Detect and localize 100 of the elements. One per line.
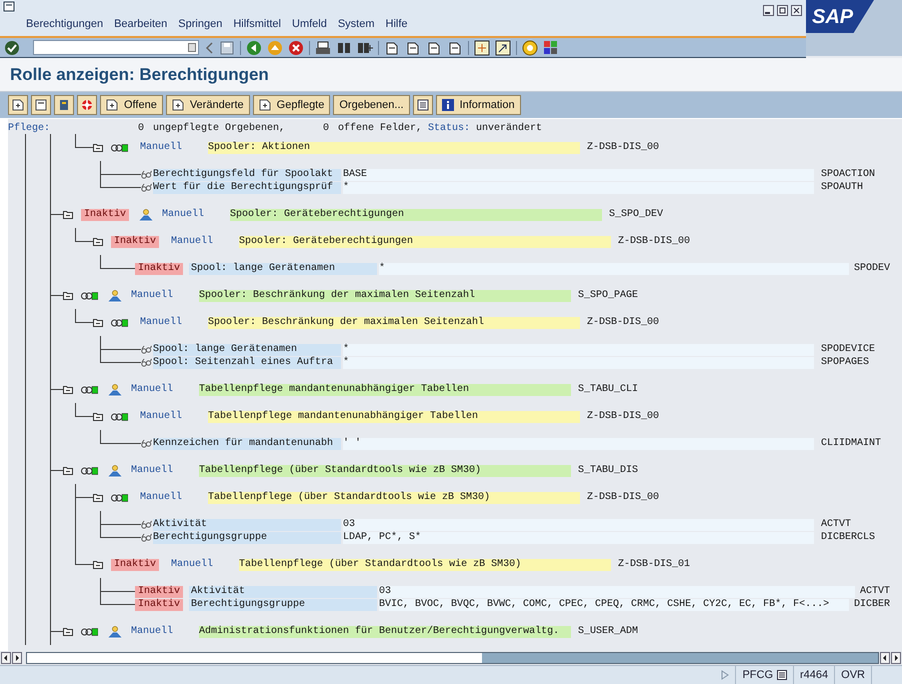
- collapse-icon[interactable]: [93, 560, 103, 569]
- description: Spooler: Geräteberechtigungen: [230, 208, 602, 220]
- toolbar-button[interactable]: Gepflegte: [252, 95, 330, 115]
- description: Tabellenpflege (über Standardtools wie zB SM30): [239, 558, 612, 570]
- glasses-icon: [141, 520, 152, 529]
- dropdown-icon[interactable]: [188, 43, 196, 52]
- minimize-icon[interactable]: [763, 5, 774, 16]
- list-icon[interactable]: [777, 670, 788, 680]
- technical-name: CLIIDMAINT: [820, 438, 882, 450]
- traffic-light-icon: [81, 466, 98, 474]
- menu-item[interactable]: Hilfsmittel: [233, 16, 281, 32]
- collapse-icon[interactable]: [63, 466, 73, 475]
- maintenance-status: Manuell: [171, 558, 214, 572]
- technical-name: ACTVT: [858, 586, 891, 598]
- maintenance-status: Manuell: [131, 382, 174, 397]
- collapse-icon[interactable]: [93, 412, 103, 421]
- menu-item[interactable]: Hilfe: [386, 16, 408, 32]
- close-icon[interactable]: [791, 5, 802, 16]
- collapse-icon[interactable]: [93, 493, 103, 502]
- menu-item[interactable]: Springen: [178, 16, 222, 32]
- collapse-icon[interactable]: [93, 143, 103, 152]
- technical-name: SPOAUTH: [820, 182, 864, 194]
- field-label: Kennzeichen für mandantenunabh: [153, 438, 341, 450]
- expand-all-button[interactable]: [8, 95, 28, 115]
- add-document-icon: [106, 99, 118, 111]
- collapse-all-button[interactable]: [31, 95, 51, 115]
- field-label: Wert für die Berechtigungsprüf: [153, 182, 341, 194]
- collapse-icon[interactable]: [63, 627, 73, 636]
- maximize-icon[interactable]: [777, 5, 788, 16]
- inactive-badge: Inaktiv: [111, 558, 160, 570]
- document-button[interactable]: [54, 95, 74, 115]
- field-value: BVIC, BVOC, BVQC, BVWC, COMC, CPEC, CPEQ, CRMC, CSHE, CY2C, EC, FB*, F<...>: [379, 598, 849, 610]
- technical-name: SPODEVICE: [820, 344, 876, 356]
- scroll-right-icon[interactable]: [891, 652, 901, 664]
- field-label: Spool: lange Gerätenamen: [189, 262, 378, 274]
- field-label: Spool: lange Gerätenamen: [153, 344, 341, 356]
- object-name: Z-DSB-DIS_00: [587, 316, 660, 330]
- glasses-icon: [141, 358, 152, 367]
- field-value: LDAP, PC*, S*: [343, 532, 814, 544]
- traffic-light-icon: [81, 292, 98, 300]
- back-icon[interactable]: [204, 40, 214, 56]
- cancel-icon[interactable]: [288, 40, 304, 56]
- description: Administrationsfunktionen für Benutzer/Berechtigungverwaltg.: [199, 626, 572, 638]
- field-label: Aktivität: [189, 586, 378, 598]
- collapse-icon[interactable]: [63, 385, 73, 394]
- toolbar-button[interactable]: Veränderte: [166, 95, 250, 115]
- insert-mode: OVR: [834, 666, 872, 684]
- field-value: 03: [379, 586, 855, 598]
- unmaintained-text: ungepflegte Orgebenen,: [153, 122, 286, 136]
- description: Spooler: Beschränkung der maximalen Seitenzahl: [199, 290, 572, 302]
- back-icon[interactable]: [246, 40, 262, 56]
- status-label: Status:: [428, 122, 470, 136]
- maintenance-status: Manuell: [131, 624, 174, 639]
- collapse-icon[interactable]: [93, 237, 103, 246]
- toolbar-button[interactable]: Information: [436, 95, 521, 115]
- traffic-light-icon: [111, 318, 128, 326]
- lifebuoy-button[interactable]: [77, 95, 97, 115]
- collapse-icon: [35, 99, 47, 111]
- command-field[interactable]: [33, 40, 199, 55]
- shortcut-icon[interactable]: [495, 40, 511, 56]
- document-icon: [58, 99, 70, 111]
- description: Spooler: Beschränkung der maximalen Seitenzahl: [208, 316, 580, 328]
- field-value: BASE: [343, 168, 814, 180]
- enter-icon[interactable]: [4, 40, 20, 56]
- toolbar-button[interactable]: Offene: [100, 95, 163, 115]
- traffic-light-icon: [111, 144, 128, 152]
- inactive-badge: Inaktiv: [81, 208, 130, 220]
- menu-item[interactable]: Bearbeiten: [114, 16, 168, 32]
- menu-item[interactable]: Umfeld: [292, 16, 327, 32]
- menu-item[interactable]: Berechtigungen: [26, 16, 104, 32]
- customize-icon[interactable]: [543, 40, 559, 56]
- menu-item[interactable]: System: [338, 16, 375, 32]
- logo: SAP: [806, 0, 874, 33]
- print-icon[interactable]: [315, 40, 331, 56]
- inactive-badge: Inaktiv: [111, 236, 160, 248]
- collapse-icon[interactable]: [63, 210, 73, 219]
- toolbar-button[interactable]: Orgebenen...: [333, 95, 410, 115]
- scroll-right-icon[interactable]: [12, 652, 22, 664]
- person-icon: [108, 384, 122, 396]
- window-menu-icon[interactable]: [3, 1, 15, 12]
- save-icon[interactable]: [219, 40, 235, 56]
- person-icon: [108, 464, 122, 476]
- list-button[interactable]: [412, 95, 433, 115]
- traffic-light-icon: [81, 386, 98, 394]
- object-name: Z-DSB-DIS_01: [618, 558, 690, 572]
- glasses-icon: [141, 170, 152, 179]
- help-icon[interactable]: [522, 40, 538, 56]
- object-name: S_TABU_DIS: [578, 464, 638, 478]
- scroll-left-icon[interactable]: [1, 652, 11, 664]
- add-document-icon: [258, 99, 271, 111]
- scroll-left-icon[interactable]: [880, 652, 890, 664]
- field-label: Aktivität: [153, 518, 341, 530]
- collapse-icon[interactable]: [93, 318, 103, 327]
- scrollbar-thumb[interactable]: [482, 653, 878, 663]
- unmaintained-count: 0: [138, 122, 146, 136]
- object-name: S_SPO_PAGE: [578, 289, 638, 303]
- add-document-icon: [172, 99, 184, 111]
- technical-name: DICBERCLS: [820, 532, 876, 544]
- screen-title: Rolle anzeigen: Berechtigungen: [10, 64, 269, 86]
- collapse-icon[interactable]: [63, 291, 73, 300]
